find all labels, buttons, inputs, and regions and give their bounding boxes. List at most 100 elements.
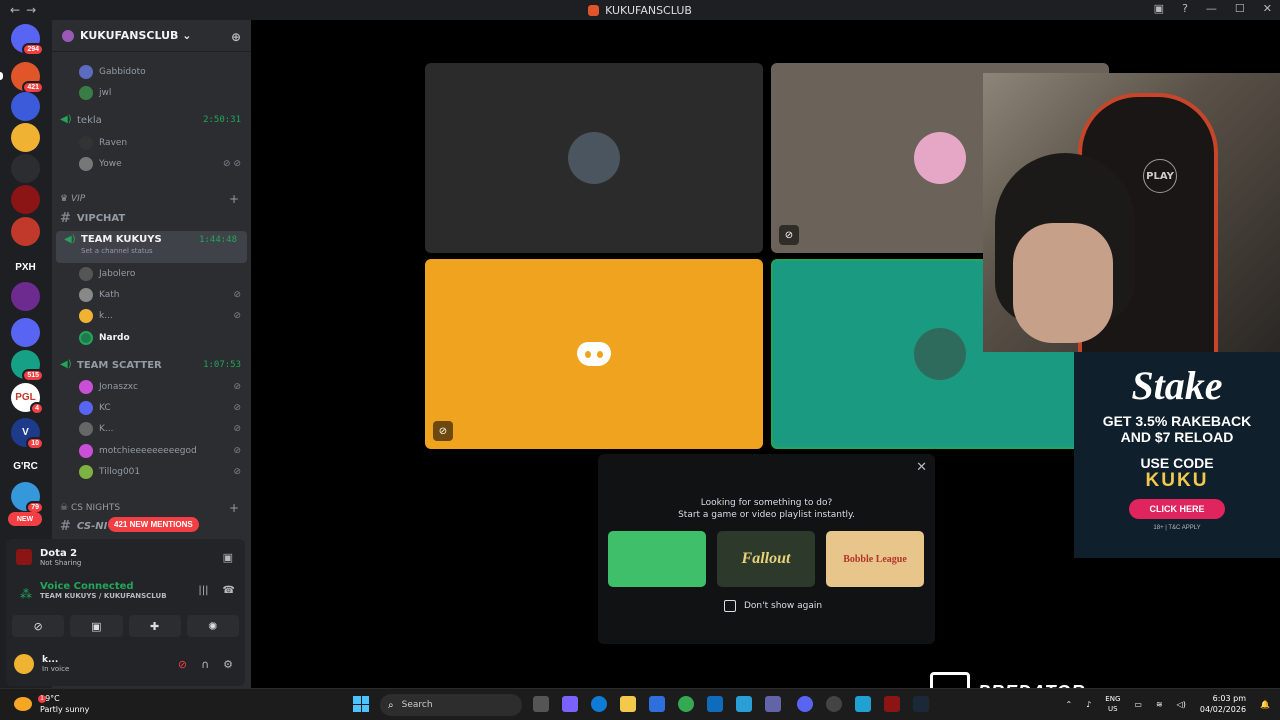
inbox-icon[interactable]: ▣: [1154, 2, 1164, 15]
voice-user[interactable]: Jonaszxc ⊘: [52, 378, 251, 396]
wifi-icon[interactable]: ≋: [1156, 700, 1163, 709]
text-channel-vipchat[interactable]: # VIPCHAT: [52, 209, 251, 227]
clock[interactable]: 6:03 pm 04/02/2026: [1200, 693, 1246, 715]
teams-icon[interactable]: [765, 696, 781, 712]
server-icon[interactable]: PXH: [11, 253, 40, 282]
notification-badge: 4: [30, 402, 44, 415]
voice-channel-team-kukuys[interactable]: ◀) TEAM KUKUYS Set a channel status 1:44…: [56, 231, 247, 263]
server-icon[interactable]: 294: [11, 24, 44, 56]
server-icon[interactable]: 79: [11, 482, 44, 514]
voice-user[interactable]: Nardo: [52, 329, 251, 347]
maximize-icon[interactable]: ☐: [1235, 2, 1245, 15]
back-icon[interactable]: ←: [10, 3, 26, 17]
voice-channel-tekla[interactable]: ◀) tekla 2:50:31: [52, 111, 251, 129]
category-cs-nights[interactable]: ☠ CS NIGHTS +: [52, 500, 251, 516]
gear-icon[interactable]: ⚙: [223, 658, 233, 671]
notepad-icon[interactable]: [855, 696, 871, 712]
voice-user[interactable]: Raven: [52, 134, 251, 152]
server-icon[interactable]: 515: [11, 350, 44, 382]
server-icon[interactable]: 421: [11, 62, 44, 94]
channel-status[interactable]: Set a channel status: [81, 247, 162, 255]
weather-widget[interactable]: 1 29°C Partly sunny: [14, 693, 89, 715]
server-icon[interactable]: G'RC: [11, 452, 40, 481]
user-info[interactable]: k... In voice: [42, 655, 69, 673]
voice-user[interactable]: motchieeeeeeeeegod ⊘: [52, 442, 251, 460]
add-channel-icon[interactable]: +: [229, 501, 239, 515]
nav-arrows[interactable]: ←→: [10, 3, 42, 17]
new-mentions-pill[interactable]: 421 NEW MENTIONS: [108, 517, 199, 532]
notification-icon[interactable]: 🔔: [1260, 700, 1270, 709]
mail-icon[interactable]: [707, 696, 723, 712]
taskbar-search[interactable]: ⌕ Search: [380, 694, 522, 716]
signal-icon[interactable]: ⁂: [20, 587, 32, 601]
activity-card-bobble[interactable]: Bobble League: [826, 531, 924, 587]
app-icon[interactable]: [736, 696, 752, 712]
edge-icon[interactable]: [591, 696, 607, 712]
voice-user[interactable]: Tillog001 ⊘: [52, 463, 251, 481]
copilot-icon[interactable]: [562, 696, 578, 712]
dota-taskbar-icon[interactable]: [884, 696, 900, 712]
server-icon[interactable]: PGL 4: [11, 383, 44, 415]
checkbox[interactable]: [724, 600, 736, 612]
server-icon[interactable]: [11, 92, 40, 121]
store-icon[interactable]: [649, 696, 665, 712]
avatar[interactable]: [14, 654, 34, 674]
stream-game-icon[interactable]: ▣: [223, 551, 233, 564]
voice-user[interactable]: Jabolero: [52, 265, 251, 283]
chevron-up-icon[interactable]: ⌃: [1065, 700, 1072, 709]
voice-user[interactable]: KC ⊘: [52, 399, 251, 417]
forward-icon[interactable]: →: [26, 3, 42, 17]
hash-icon: #: [60, 210, 71, 226]
voice-user[interactable]: Kath ⊘: [52, 286, 251, 304]
network-icon[interactable]: ▭: [1134, 700, 1142, 709]
server-icon[interactable]: [11, 282, 40, 311]
chrome-icon[interactable]: [678, 696, 694, 712]
speaker-icon: ◀): [64, 234, 76, 245]
voice-user[interactable]: k... ⊘: [52, 307, 251, 325]
add-channel-icon[interactable]: +: [229, 192, 239, 206]
minimize-icon[interactable]: —: [1206, 2, 1217, 15]
category-vip[interactable]: ♛ VIP +: [52, 191, 251, 207]
app-icon[interactable]: [826, 696, 842, 712]
activity-card-fallout[interactable]: Fallout: [717, 531, 815, 587]
server-icon[interactable]: [11, 123, 40, 152]
discord-taskbar-icon[interactable]: [797, 696, 813, 712]
soundboard-button[interactable]: ✺: [186, 615, 239, 637]
lang-top: ENG: [1105, 695, 1121, 703]
server-icon[interactable]: [11, 185, 40, 214]
camera-off-button[interactable]: ⊘: [12, 615, 65, 637]
server-icon[interactable]: V 10: [11, 418, 44, 450]
server-icon[interactable]: [11, 318, 40, 347]
voice-user[interactable]: jwl: [52, 84, 251, 102]
file-explorer-icon[interactable]: [620, 696, 636, 712]
noise-suppression-icon[interactable]: |||: [198, 585, 208, 596]
task-view-icon[interactable]: [533, 696, 549, 712]
voice-user[interactable]: Yowe ⊘ ⊘: [52, 155, 251, 173]
steam-icon[interactable]: [913, 696, 929, 712]
mic-icon[interactable]: ♪: [1086, 700, 1091, 709]
close-icon[interactable]: ✕: [916, 460, 927, 475]
activity-card[interactable]: [608, 531, 706, 587]
help-icon[interactable]: ?: [1182, 2, 1188, 15]
windows-start-icon[interactable]: [353, 696, 369, 712]
avatar: [79, 422, 93, 436]
activities-button[interactable]: ✚: [128, 615, 181, 637]
voice-user[interactable]: Gabbidoto: [52, 63, 251, 81]
server-icon[interactable]: [11, 217, 40, 246]
voice-channel-team-scatter[interactable]: ◀) TEAM SCATTER 1:07:53: [52, 356, 251, 374]
server-icon[interactable]: [11, 154, 40, 183]
server-header[interactable]: KUKUFANSCLUB ⌄ ⊕: [52, 20, 251, 52]
dont-show-again[interactable]: Don't show again: [724, 600, 822, 612]
close-icon[interactable]: ✕: [1263, 2, 1272, 15]
video-tile[interactable]: [425, 63, 763, 253]
video-tile[interactable]: ⊘: [425, 259, 763, 449]
screen-share-button[interactable]: ▣: [70, 615, 123, 637]
invite-people-icon[interactable]: ⊕: [231, 30, 241, 44]
headphones-icon[interactable]: ∩: [201, 658, 209, 671]
disconnect-icon[interactable]: ☎: [223, 585, 235, 596]
voice-user[interactable]: K... ⊘: [52, 420, 251, 438]
language-indicator[interactable]: ENG US: [1105, 694, 1120, 714]
mute-icon[interactable]: ⊘: [178, 658, 187, 671]
server-icon[interactable]: NEW: [8, 512, 42, 526]
volume-icon[interactable]: ◁): [1177, 700, 1186, 709]
